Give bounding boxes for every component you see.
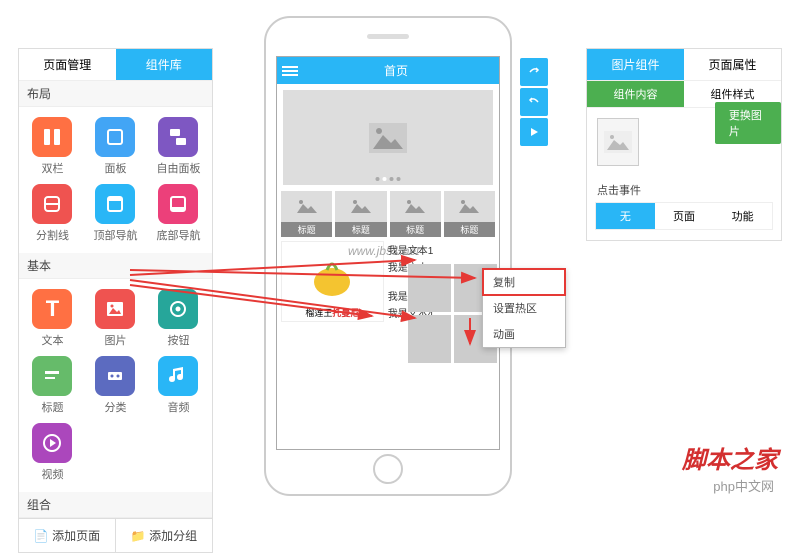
text-1[interactable]: 我是文本1: [388, 241, 495, 258]
click-event-label: 点击事件: [587, 176, 781, 202]
comp-panel[interactable]: 面板: [84, 113, 147, 180]
right-panel: 图片组件 页面属性 组件内容 组件样式 更换图片 点击事件 无 页面 功能: [586, 48, 782, 241]
thumb-4[interactable]: 标题: [444, 191, 495, 237]
tab-image-component[interactable]: 图片组件: [587, 49, 684, 80]
event-none[interactable]: 无: [596, 203, 655, 229]
left-tabs: 页面管理 组件库: [19, 49, 212, 81]
file-icon: 📄: [34, 529, 49, 543]
comp-button[interactable]: 按钮: [147, 285, 210, 352]
thumb-3[interactable]: 标题: [390, 191, 441, 237]
play-icon[interactable]: [520, 118, 548, 146]
carousel-dots: [376, 177, 401, 181]
comp-bottom-nav[interactable]: 底部导航: [147, 180, 210, 247]
section-combo-header: 组合: [19, 492, 212, 518]
phone-screen: 首页 标题 标题 标题 标题 榴莲王托曼尼 我是文本1 我是文本2 我是文本3: [276, 56, 500, 450]
branding-site-2: php中文网: [713, 476, 774, 495]
share-icon[interactable]: [520, 58, 548, 86]
comp-image[interactable]: 图片: [84, 285, 147, 352]
grid-cell-1[interactable]: [408, 264, 451, 312]
comp-divider[interactable]: 分割线: [21, 180, 84, 247]
right-tabs: 图片组件 页面属性: [587, 49, 781, 81]
subtab-content[interactable]: 组件内容: [587, 81, 684, 107]
comp-category[interactable]: 分类: [84, 352, 147, 419]
event-function[interactable]: 功能: [713, 203, 772, 229]
comp-text[interactable]: T文本: [21, 285, 84, 352]
comp-two-column[interactable]: 双栏: [21, 113, 84, 180]
tab-component-lib[interactable]: 组件库: [116, 49, 213, 80]
layout-grid: 双栏 面板 自由面板 分割线 顶部导航 底部导航: [19, 107, 212, 253]
image-preview: [597, 118, 639, 166]
canvas-action-buttons: [520, 58, 548, 146]
comp-free-panel[interactable]: 自由面板: [147, 113, 210, 180]
hamburger-icon[interactable]: [282, 66, 298, 76]
tab-page-manage[interactable]: 页面管理: [19, 49, 116, 80]
comp-top-nav[interactable]: 顶部导航: [84, 180, 147, 247]
context-menu: 复制 设置热区 动画: [482, 268, 566, 348]
undo-icon[interactable]: [520, 88, 548, 116]
event-page[interactable]: 页面: [655, 203, 714, 229]
thumbnail-row: 标题 标题 标题 标题: [277, 191, 499, 237]
tab-page-props[interactable]: 页面属性: [684, 49, 781, 80]
add-group-button[interactable]: 📁 添加分组: [116, 519, 212, 552]
event-tabs: 无 页面 功能: [595, 202, 773, 230]
ctx-hotspot[interactable]: 设置热区: [483, 295, 565, 321]
product-name: 榴莲王托曼尼: [284, 306, 381, 319]
phone-preview: 首页 标题 标题 标题 标题 榴莲王托曼尼 我是文本1 我是文本2 我是文本3: [264, 16, 512, 496]
ctx-animation[interactable]: 动画: [483, 321, 565, 347]
hero-image[interactable]: [283, 90, 493, 185]
add-page-button[interactable]: 📄 添加页面: [19, 519, 116, 552]
thumb-1[interactable]: 标题: [281, 191, 332, 237]
comp-audio[interactable]: 音频: [147, 352, 210, 419]
section-layout-header: 布局: [19, 81, 212, 107]
page-title: 首页: [298, 62, 494, 79]
image-placeholder-icon: [369, 123, 407, 153]
thumb-2[interactable]: 标题: [335, 191, 386, 237]
branding-site-1: 脚本之家: [682, 440, 778, 475]
section-basic-header: 基本: [19, 253, 212, 279]
folder-icon: 📁: [131, 529, 146, 543]
product-image: [284, 244, 381, 306]
left-panel: 页面管理 组件库 布局 双栏 面板 自由面板 分割线 顶部导航 底部导航 基本 …: [18, 48, 213, 553]
product-card[interactable]: 榴莲王托曼尼: [281, 241, 384, 322]
comp-video[interactable]: 视频: [21, 419, 84, 486]
comp-title[interactable]: 标题: [21, 352, 84, 419]
ctx-copy[interactable]: 复制: [483, 269, 565, 295]
grid-cell-3[interactable]: [408, 315, 451, 363]
basic-grid: T文本 图片 按钮 标题 分类 音频 视频: [19, 279, 212, 492]
app-titlebar: 首页: [277, 57, 499, 84]
left-footer-buttons: 📄 添加页面 📁 添加分组: [19, 518, 212, 552]
change-image-button[interactable]: 更换图片: [715, 102, 781, 144]
